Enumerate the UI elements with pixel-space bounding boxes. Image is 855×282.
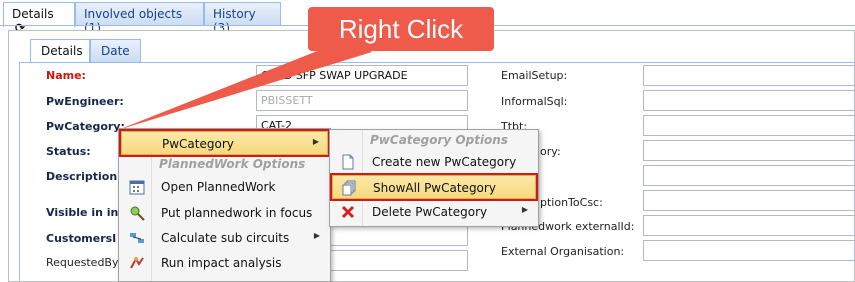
menu-item-calculate-sub-circuits[interactable]: Calculate sub circuits ▶: [121, 226, 328, 250]
menu-item-delete-pwcategory[interactable]: Delete PwCategory ▶: [332, 200, 536, 224]
delete-icon: [341, 205, 355, 219]
informal-sql-label: InformalSql:: [501, 95, 568, 108]
description-label: Description: [46, 170, 118, 183]
menu-item-label: Create new PwCategory: [372, 155, 517, 169]
new-document-icon: [342, 154, 354, 170]
category-label-partial: ory:: [540, 145, 561, 158]
context-menu-pwcategory: PwCategory Options Create new PwCategory…: [329, 129, 539, 227]
menu-item-pwcategory-label: PwCategory: [162, 137, 234, 151]
informal-sql-field[interactable]: [643, 90, 855, 111]
menu-item-run-impact-analysis[interactable]: Run impact analysis: [121, 251, 328, 275]
option-to-csc-label: ptionToCsc:: [540, 196, 603, 209]
right-click-callout: Right Click: [308, 7, 494, 51]
requested-by-label: RequestedBy: [46, 256, 119, 269]
menu-header-plannedwork: PlannedWork Options: [159, 157, 306, 171]
menu-item-pwcategory[interactable]: PwCategory ▶: [119, 129, 330, 157]
stack-documents-icon: [342, 180, 356, 196]
submenu-arrow-icon: ▶: [521, 205, 528, 214]
context-menu-plannedwork: PwCategory ▶ PlannedWork Options Open Pl…: [118, 128, 331, 282]
menu-item-open-plannedwork[interactable]: Open PlannedWork: [121, 175, 328, 199]
external-org-field[interactable]: [643, 240, 855, 261]
subtab-details-label: Details: [41, 44, 83, 58]
pw-category-label: PwCategory:: [46, 120, 125, 133]
circuit-icon: [130, 233, 144, 243]
menu-header-pwcategory: PwCategory Options: [370, 133, 508, 147]
subtab-date-label: Date: [101, 44, 130, 58]
menu-item-create-pwcategory[interactable]: Create new PwCategory: [332, 150, 536, 174]
focus-icon: [130, 206, 145, 221]
tab-involved-objects[interactable]: Involved objects (1): [75, 2, 204, 35]
pw-engineer-label: PwEngineer:: [46, 95, 124, 108]
ttbt-field[interactable]: [643, 115, 855, 136]
name-field[interactable]: CARD SFP SWAP UPGRADE: [256, 65, 468, 86]
name-label: Name:: [46, 69, 86, 82]
submenu-arrow-icon: ▶: [313, 231, 320, 240]
menu-item-label: Run impact analysis: [161, 256, 282, 270]
tab-details[interactable]: Details ⟳: [3, 2, 75, 35]
menu-item-label: Open PlannedWork: [161, 180, 276, 194]
status-label: Status:: [46, 145, 91, 158]
menu-item-label: ShowAll PwCategory: [373, 181, 496, 195]
submenu-arrow-icon: ▶: [312, 137, 319, 146]
menu-item-label: Delete PwCategory: [372, 205, 488, 219]
email-setup-field[interactable]: [643, 65, 855, 86]
email-setup-label: EmailSetup:: [501, 69, 568, 82]
menu-item-showall-pwcategory[interactable]: ShowAll PwCategory: [330, 173, 538, 201]
planned-external-id-field[interactable]: [643, 215, 855, 236]
impact-icon: [130, 257, 144, 269]
external-org-label: External Organisation:: [501, 245, 625, 258]
pw-engineer-field[interactable]: PBISSETT: [256, 90, 468, 111]
customers-label: CustomersI: [46, 232, 117, 245]
visible-in-label: Visible in in: [46, 206, 119, 219]
calendar-icon: [129, 180, 145, 195]
option-to-csc-field[interactable]: [643, 190, 855, 211]
subtab-date[interactable]: Date: [90, 39, 141, 62]
menu-item-put-in-focus[interactable]: Put plannedwork in focus: [121, 201, 328, 225]
category-field[interactable]: [643, 140, 855, 161]
subtab-details[interactable]: Details: [30, 39, 90, 63]
tab-history[interactable]: History (3): [204, 2, 281, 35]
extra-field[interactable]: [643, 165, 855, 186]
tab-details-label: Details: [12, 7, 54, 21]
menu-item-label: Calculate sub circuits: [161, 231, 290, 245]
menu-item-label: Put plannedwork in focus: [161, 206, 313, 220]
